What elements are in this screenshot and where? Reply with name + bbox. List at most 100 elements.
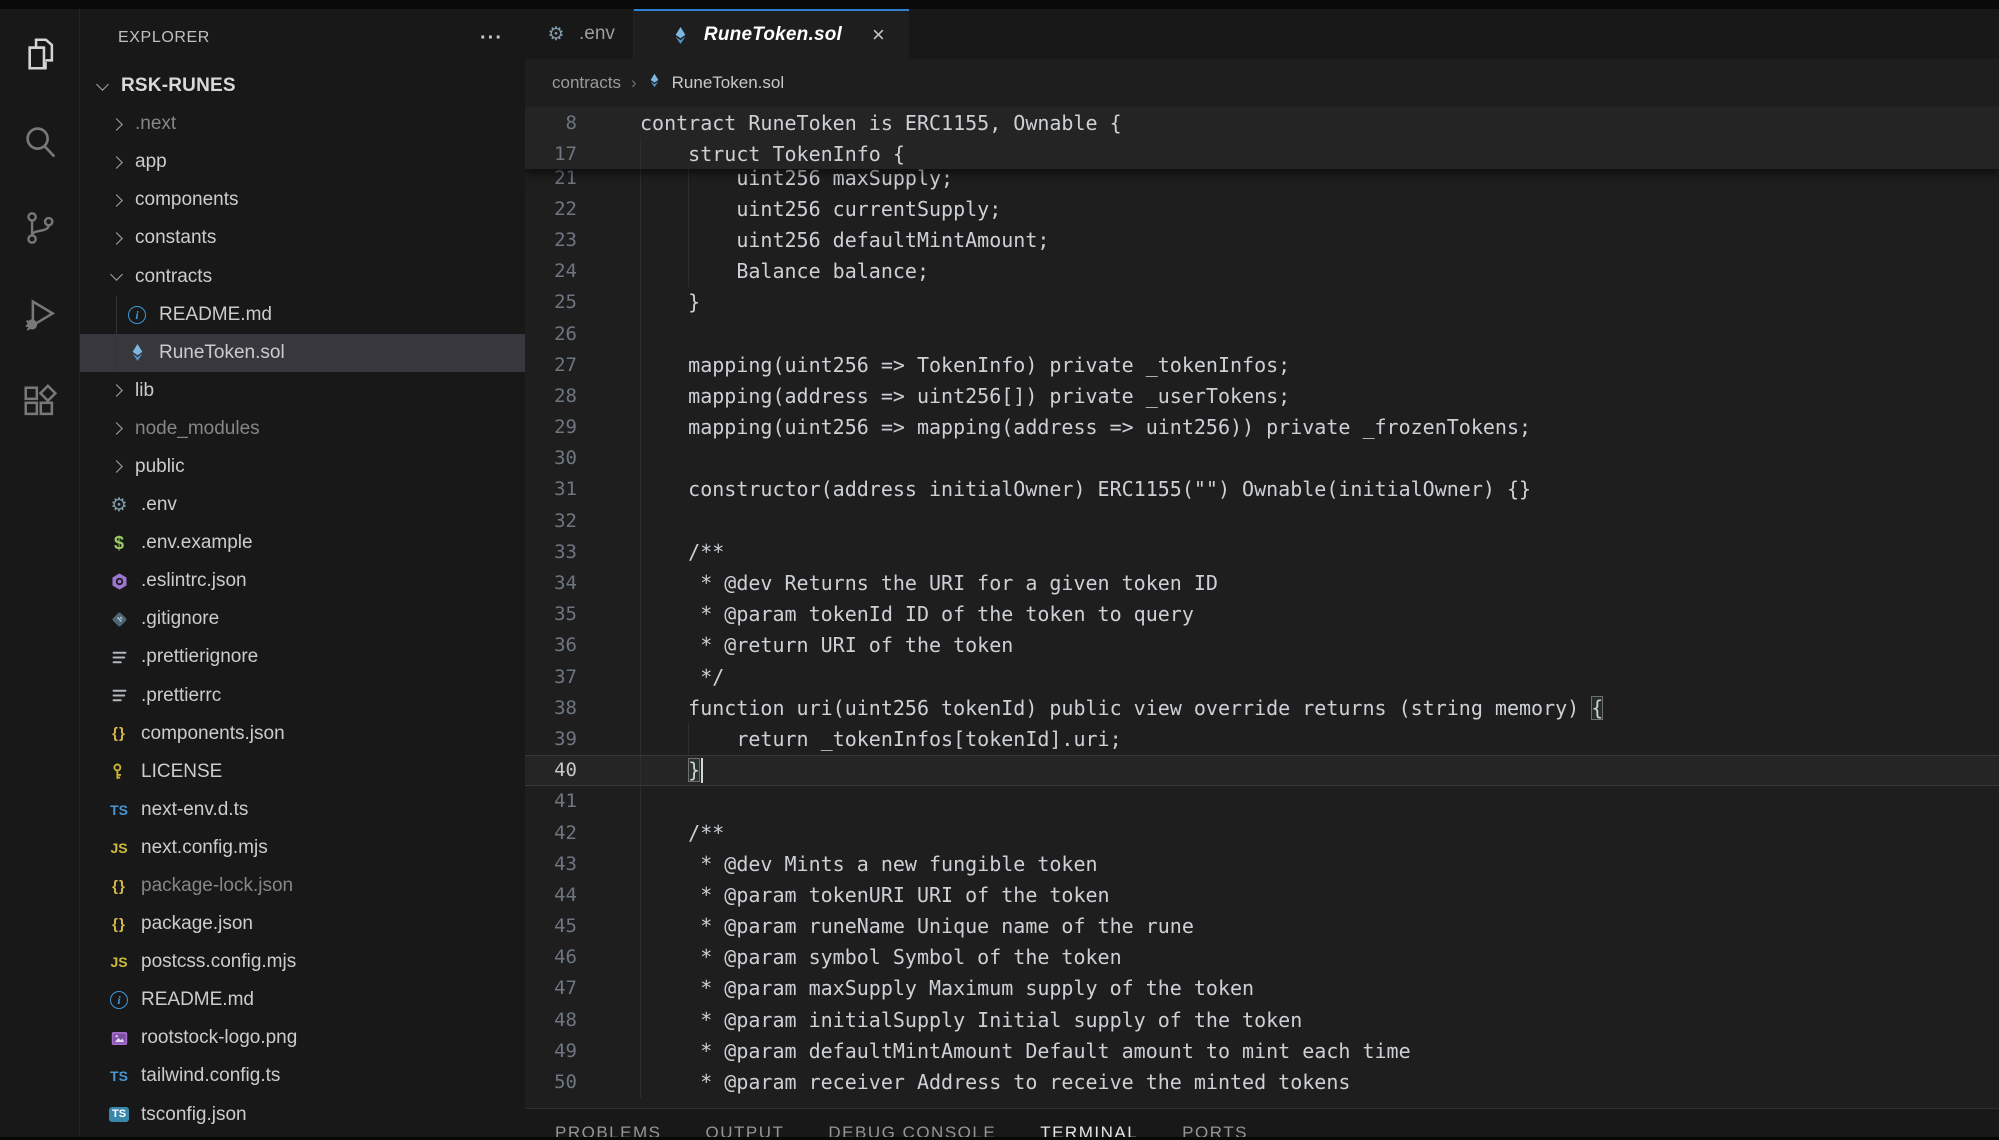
indent-guide bbox=[640, 630, 641, 661]
tree-item-gitignore[interactable]: .gitignore bbox=[80, 600, 525, 638]
tree-item-components-json[interactable]: {}components.json bbox=[80, 715, 525, 753]
code-line-23[interactable]: 23 uint256 defaultMintAmount; bbox=[525, 224, 1999, 255]
matched-bracket: } bbox=[688, 758, 700, 782]
dollar-icon: $ bbox=[106, 532, 132, 554]
tree-item-contracts[interactable]: contracts bbox=[80, 257, 525, 295]
sticky-scroll: 8contract RuneToken is ERC1155, Ownable … bbox=[525, 107, 1999, 169]
code-line-42[interactable]: 42 /** bbox=[525, 817, 1999, 848]
tree-item-public[interactable]: public bbox=[80, 448, 525, 486]
braces-icon: {} bbox=[106, 913, 132, 935]
ts-icon: TS bbox=[106, 799, 132, 821]
code-line-44[interactable]: 44 * @param tokenURI URI of the token bbox=[525, 879, 1999, 910]
tree-item-package-lock-json[interactable]: {}package-lock.json bbox=[80, 867, 525, 905]
indent-guide bbox=[640, 879, 641, 910]
tree-item-next[interactable]: .next bbox=[80, 105, 525, 143]
tree-item-env-example[interactable]: $.env.example bbox=[80, 524, 525, 562]
code-line-8[interactable]: 8contract RuneToken is ERC1155, Ownable … bbox=[525, 107, 1999, 138]
line-number: 29 bbox=[525, 416, 577, 438]
tab-label: .env bbox=[579, 23, 615, 45]
code-line-26[interactable]: 26 bbox=[525, 318, 1999, 349]
solidity-icon bbox=[647, 73, 665, 88]
code-line-39[interactable]: 39 return _tokenInfos[tokenId].uri; bbox=[525, 723, 1999, 754]
code-line-45[interactable]: 45 * @param runeName Unique name of the … bbox=[525, 911, 1999, 942]
indent-guide bbox=[688, 256, 689, 287]
breadcrumb-item-contracts[interactable]: contracts bbox=[552, 73, 621, 93]
editor-tab-env[interactable]: ⚙.env bbox=[525, 9, 634, 59]
matched-bracket: { bbox=[1591, 696, 1603, 720]
tree-item-tsconfig-json[interactable]: TStsconfig.json bbox=[80, 1096, 525, 1134]
line-number: 33 bbox=[525, 541, 577, 563]
file-tree: RSK-RUNES.nextappcomponentsconstantscont… bbox=[80, 61, 525, 1134]
key-icon bbox=[106, 761, 132, 783]
code-line-41[interactable]: 41 bbox=[525, 786, 1999, 817]
tree-item-next-config-mjs[interactable]: JSnext.config.mjs bbox=[80, 829, 525, 867]
code-line-40[interactable]: 40 } bbox=[525, 755, 1999, 786]
code-line-49[interactable]: 49 * @param defaultMintAmount Default am… bbox=[525, 1035, 1999, 1066]
info-icon: i bbox=[124, 304, 150, 326]
tree-item-node-modules[interactable]: node_modules bbox=[80, 410, 525, 448]
indent-guide bbox=[688, 193, 689, 224]
close-icon[interactable]: × bbox=[868, 24, 889, 46]
editor-group: ⚙.envRuneToken.sol× contracts›RuneToken.… bbox=[525, 9, 1999, 1140]
tree-item-components[interactable]: components bbox=[80, 181, 525, 219]
more-actions-icon[interactable]: ··· bbox=[480, 27, 503, 50]
code-line-33[interactable]: 33 /** bbox=[525, 536, 1999, 567]
code-line-50[interactable]: 50 * @param receiver Address to receive … bbox=[525, 1066, 1999, 1097]
code-line-31[interactable]: 31 constructor(address initialOwner) ERC… bbox=[525, 474, 1999, 505]
editor-tab-runetoken-sol[interactable]: RuneToken.sol× bbox=[634, 9, 909, 59]
code-line-32[interactable]: 32 bbox=[525, 505, 1999, 536]
breadcrumb-item-runetoken-sol[interactable]: RuneToken.sol bbox=[647, 73, 784, 93]
tree-item-eslintrc-json[interactable]: .eslintrc.json bbox=[80, 562, 525, 600]
tree-item-readme-md[interactable]: iREADME.md bbox=[80, 981, 525, 1019]
tree-item-lib[interactable]: lib bbox=[80, 372, 525, 410]
activity-run-and-debug-button[interactable] bbox=[0, 274, 80, 361]
line-number: 43 bbox=[525, 853, 577, 875]
tree-root-rsk-runes[interactable]: RSK-RUNES bbox=[80, 67, 525, 105]
activity-source-control-button[interactable] bbox=[0, 187, 80, 274]
tree-item-prettierrc[interactable]: .prettierrc bbox=[80, 677, 525, 715]
code-line-37[interactable]: 37 */ bbox=[525, 661, 1999, 692]
code-line-28[interactable]: 28 mapping(address => uint256[]) private… bbox=[525, 380, 1999, 411]
tree-item-package-json[interactable]: {}package.json bbox=[80, 905, 525, 943]
tree-item-license[interactable]: LICENSE bbox=[80, 753, 525, 791]
code-line-27[interactable]: 27 mapping(uint256 => TokenInfo) private… bbox=[525, 349, 1999, 380]
indent-guide bbox=[640, 318, 641, 349]
indent-guide bbox=[640, 1066, 641, 1097]
code-line-38[interactable]: 38 function uri(uint256 tokenId) public … bbox=[525, 692, 1999, 723]
tree-item-constants[interactable]: constants bbox=[80, 219, 525, 257]
code-line-34[interactable]: 34 * @dev Returns the URI for a given to… bbox=[525, 567, 1999, 598]
tree-item-app[interactable]: app bbox=[80, 143, 525, 181]
tree-item-env[interactable]: ⚙.env bbox=[80, 486, 525, 524]
line-number: 26 bbox=[525, 323, 577, 345]
editor-viewport[interactable]: 21 uint256 maxSupply;22 uint256 currentS… bbox=[525, 107, 1999, 1108]
tree-item-prettierignore[interactable]: .prettierignore bbox=[80, 638, 525, 676]
code-line-29[interactable]: 29 mapping(uint256 => mapping(address =>… bbox=[525, 412, 1999, 443]
code-line-35[interactable]: 35 * @param tokenId ID of the token to q… bbox=[525, 599, 1999, 630]
code-line-36[interactable]: 36 * @return URI of the token bbox=[525, 630, 1999, 661]
code-line-30[interactable]: 30 bbox=[525, 443, 1999, 474]
code-line-17[interactable]: 17 struct TokenInfo { bbox=[525, 138, 1999, 169]
tree-item-rootstock-logo-png[interactable]: rootstock-logo.png bbox=[80, 1019, 525, 1057]
tree-item-next-env-d-ts[interactable]: TSnext-env.d.ts bbox=[80, 791, 525, 829]
code-line-22[interactable]: 22 uint256 currentSupply; bbox=[525, 193, 1999, 224]
indent-guide bbox=[640, 1035, 641, 1066]
tree-item-tailwind-config-ts[interactable]: TStailwind.config.ts bbox=[80, 1057, 525, 1095]
indent-guide bbox=[640, 412, 641, 443]
activity-search-button[interactable] bbox=[0, 100, 80, 187]
chevron-right-icon bbox=[110, 118, 123, 131]
activity-extensions-button[interactable] bbox=[0, 361, 80, 448]
code-line-24[interactable]: 24 Balance balance; bbox=[525, 256, 1999, 287]
indent-guide bbox=[640, 349, 641, 380]
indent-guide bbox=[688, 723, 689, 754]
code-line-25[interactable]: 25 } bbox=[525, 287, 1999, 318]
code-line-47[interactable]: 47 * @param maxSupply Maximum supply of … bbox=[525, 973, 1999, 1004]
code-line-48[interactable]: 48 * @param initialSupply Initial supply… bbox=[525, 1004, 1999, 1035]
code-line-43[interactable]: 43 * @dev Mints a new fungible token bbox=[525, 848, 1999, 879]
indent-guide bbox=[640, 536, 641, 567]
tree-item-postcss-config-mjs[interactable]: JSpostcss.config.mjs bbox=[80, 943, 525, 981]
activity-explorer-button[interactable] bbox=[0, 13, 80, 100]
line-number: 47 bbox=[525, 977, 577, 999]
tree-item-readme-md[interactable]: iREADME.md bbox=[80, 296, 525, 334]
tree-item-runetoken-sol[interactable]: RuneToken.sol bbox=[80, 334, 525, 372]
code-line-46[interactable]: 46 * @param symbol Symbol of the token bbox=[525, 942, 1999, 973]
